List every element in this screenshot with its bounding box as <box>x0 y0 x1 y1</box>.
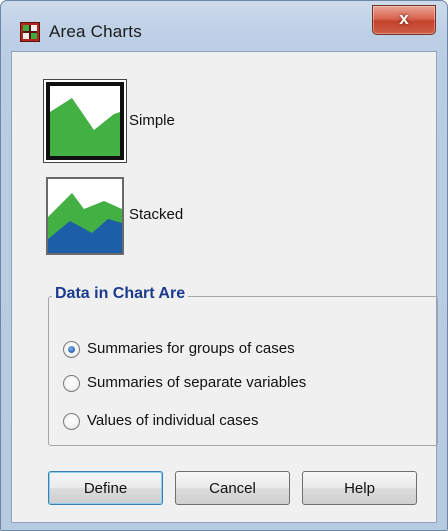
radio-button[interactable] <box>63 413 80 430</box>
close-icon: x <box>399 9 409 28</box>
stacked-area-chart-icon <box>48 179 122 253</box>
radio-dot <box>68 346 75 353</box>
define-button[interactable]: Define <box>48 471 163 505</box>
radio-button-selected[interactable] <box>63 341 80 358</box>
close-button[interactable]: x <box>372 5 436 35</box>
radio-label: Summaries of separate variables <box>87 374 307 391</box>
stacked-chart-option[interactable] <box>46 177 124 255</box>
simple-chart-label: Simple <box>129 112 175 129</box>
simple-area-chart-icon <box>50 86 120 156</box>
radio-label: Values of individual cases <box>87 412 259 429</box>
title-bar[interactable]: Area Charts x <box>1 1 447 51</box>
help-button[interactable]: Help <box>302 471 417 505</box>
app-chart-icon <box>20 22 40 42</box>
simple-chart-option[interactable] <box>46 82 124 160</box>
dialog-body: Simple Stacked Data in Chart Are Summari… <box>11 51 438 523</box>
window-title: Area Charts <box>49 22 142 41</box>
area-charts-dialog: Area Charts x Simple Stacked Data in Cha… <box>0 0 448 531</box>
radio-label: Summaries for groups of cases <box>87 340 295 357</box>
stacked-chart-label: Stacked <box>129 206 184 223</box>
radio-button[interactable] <box>63 375 80 392</box>
cancel-button[interactable]: Cancel <box>175 471 290 505</box>
group-title: Data in Chart Are <box>52 285 189 303</box>
